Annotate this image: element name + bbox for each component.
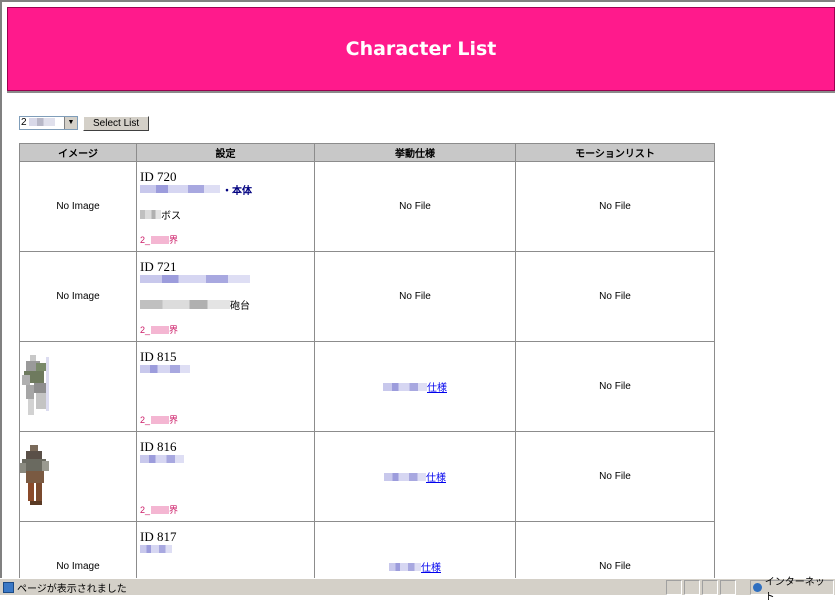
image-cell: No Image [19, 161, 137, 252]
list-select-value: 2 [21, 117, 27, 128]
globe-icon [753, 583, 762, 592]
blurred-text [140, 365, 190, 373]
security-zone[interactable]: インターネット [750, 577, 834, 603]
page-done-icon [3, 581, 14, 593]
character-name[interactable] [140, 544, 172, 554]
character-name[interactable] [140, 274, 250, 284]
header-motion: モーションリスト [515, 143, 715, 162]
character-name[interactable] [140, 364, 190, 374]
behavior-cell: No File [314, 161, 516, 252]
behavior-cell[interactable]: 仕様 [314, 521, 516, 578]
motion-cell: No File [515, 521, 715, 578]
setting-cell: ID 721 砲台 2_ 界 [136, 251, 315, 342]
motion-cell: No File [515, 341, 715, 432]
character-id: ID 720 [140, 169, 177, 184]
image-cell: No Image [19, 251, 137, 342]
header-behavior: 挙動仕様 [314, 143, 516, 162]
world-label: 2_ 界 [140, 234, 179, 246]
blurred-text [140, 185, 220, 193]
world-label: 2_ 界 [140, 414, 179, 426]
world-label: 2_ 界 [140, 504, 179, 516]
zone-label: インターネット [764, 576, 825, 603]
motion-cell: No File [515, 161, 715, 252]
blurred-text [383, 383, 427, 391]
character-name[interactable]: ・本体 [140, 184, 252, 197]
character-sprite-icon [20, 444, 49, 505]
table-row: No Image ID 720 ・本体 ボス 2_ 界 No File No Fi… [19, 161, 715, 252]
status-panel [720, 580, 736, 595]
character-id: ID 815 [140, 349, 177, 364]
behavior-cell[interactable]: 仕様 [314, 431, 516, 522]
banner-divider [7, 91, 835, 93]
blurred-text [140, 455, 184, 463]
image-cell [19, 341, 137, 432]
character-sprite-icon [22, 354, 49, 415]
character-id: ID 816 [140, 439, 177, 454]
blurred-text [384, 473, 426, 481]
table-row: No Image ID 817 仕様 No File [19, 521, 715, 578]
blurred-text [140, 545, 172, 553]
page-title: Character List [345, 38, 497, 60]
character-id: ID 817 [140, 529, 177, 544]
status-panel [684, 580, 700, 595]
motion-cell: No File [515, 251, 715, 342]
status-panels [666, 580, 738, 595]
blurred-text [140, 300, 230, 309]
world-label: 2_ 界 [140, 324, 179, 336]
motion-cell: No File [515, 431, 715, 522]
behavior-spec-link[interactable]: 仕様 [421, 563, 441, 574]
chevron-down-icon[interactable]: ▼ [64, 117, 77, 129]
blurred-text [389, 563, 421, 571]
header-setting: 設定 [136, 143, 315, 162]
behavior-cell[interactable]: 仕様 [314, 341, 516, 432]
table-row: ID 815 2_ 界 仕様 No File [19, 341, 715, 432]
setting-cell: ID 817 [136, 521, 315, 578]
list-select[interactable]: 2 ▼ [19, 116, 78, 130]
character-type: ボス [140, 207, 181, 222]
setting-cell: ID 720 ・本体 ボス 2_ 界 [136, 161, 315, 252]
setting-cell: ID 815 2_ 界 [136, 341, 315, 432]
image-cell [19, 431, 137, 522]
select-list-button[interactable]: Select List [83, 115, 150, 131]
browser-content: Character List 2 ▼ Select List イメージ 設定 挙… [0, 0, 835, 578]
table-header-row: イメージ 設定 挙動仕様 モーションリスト [19, 143, 715, 162]
character-type: 砲台 [140, 297, 250, 312]
status-panel [702, 580, 718, 595]
image-cell: No Image [19, 521, 137, 578]
blurred-text [28, 118, 55, 127]
table-row: ID 816 2_ 界 仕様 No File [19, 431, 715, 522]
table-row: No Image ID 721 砲台 2_ 界 No File No File [19, 251, 715, 342]
character-table: イメージ 設定 挙動仕様 モーションリスト No Image ID 720 ・本… [19, 143, 715, 578]
status-bar: ページが表示されました インターネット [0, 577, 835, 603]
list-controls: 2 ▼ Select List [19, 115, 150, 131]
character-id: ID 721 [140, 259, 177, 274]
status-text: ページが表示されました [17, 583, 127, 595]
character-name[interactable] [140, 454, 184, 464]
blurred-text [140, 275, 250, 283]
behavior-spec-link[interactable]: 仕様 [427, 383, 447, 394]
status-panel [666, 580, 682, 595]
page-banner: Character List [7, 7, 835, 91]
behavior-cell: No File [314, 251, 516, 342]
setting-cell: ID 816 2_ 界 [136, 431, 315, 522]
behavior-spec-link[interactable]: 仕様 [426, 473, 446, 484]
blurred-text [140, 210, 161, 219]
header-image: イメージ [19, 143, 137, 162]
